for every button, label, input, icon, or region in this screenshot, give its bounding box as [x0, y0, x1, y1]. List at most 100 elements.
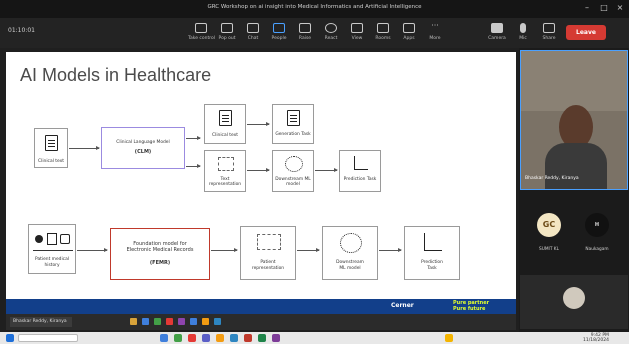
pop-out-button[interactable]: Pop out: [214, 22, 240, 46]
meeting-toolbar: 01:10:01 Take control Pop out Chat Peopl…: [0, 18, 629, 48]
participant-body: [545, 143, 607, 189]
mic-icon: [520, 23, 526, 33]
app-icon[interactable]: [258, 334, 266, 342]
pop-out-icon: [221, 23, 233, 33]
window-titlebar: GRC Workshop on ai insight into Medical …: [0, 0, 629, 18]
arrow: [247, 122, 270, 126]
maximize-icon[interactable]: □: [599, 3, 609, 13]
clinical-language-model-box: Clinical Language Model (CLM): [101, 127, 185, 169]
weather-icon[interactable]: [445, 334, 453, 342]
more-icon: ···: [431, 21, 439, 30]
text-representation-box: Text representation: [204, 150, 246, 192]
slide-footer: Cerner Pure partner Pure future: [6, 299, 516, 314]
grid-icon: [351, 23, 363, 33]
document-gear-icon: [287, 110, 300, 126]
smile-icon: [325, 23, 337, 33]
generation-task-box: Generation Task: [272, 104, 314, 144]
avatar: GC: [537, 213, 561, 237]
participant-name: Bhaskar Reddy, Kiranya: [525, 176, 579, 181]
app-icon[interactable]: [230, 334, 238, 342]
taskbar-clock: 9:42 PM 11/18/2024: [583, 333, 609, 343]
take-control-icon: [195, 23, 207, 33]
app-icon[interactable]: [188, 334, 196, 342]
vector-grid-icon: [257, 234, 281, 250]
app-icon[interactable]: [244, 334, 252, 342]
app-icon[interactable]: [190, 318, 197, 325]
patient-history-box: Patient medical history: [28, 224, 76, 274]
footer-tagline: Pure partner Pure future: [453, 300, 490, 312]
arrow: [315, 168, 338, 172]
teams-icon[interactable]: [202, 334, 210, 342]
arrow: [211, 248, 238, 252]
arrow: [247, 168, 270, 172]
take-control-button[interactable]: Take control: [188, 22, 215, 46]
arrow: [69, 146, 100, 150]
upper-clinical-text-box: Clinical text: [204, 104, 246, 144]
apps-icon: [403, 23, 415, 33]
arrow: [186, 136, 201, 140]
camera-icon: [491, 23, 503, 33]
start-icon[interactable]: [6, 334, 14, 342]
app-icon[interactable]: [216, 334, 224, 342]
avatar: [563, 287, 585, 309]
rooms-icon: [377, 23, 389, 33]
view-button[interactable]: View: [344, 22, 370, 46]
app-icon[interactable]: [202, 318, 209, 325]
people-button[interactable]: People: [266, 22, 292, 46]
chat-button[interactable]: Chat: [240, 22, 266, 46]
meeting-timer: 01:10:01: [8, 27, 35, 34]
close-icon[interactable]: ×: [615, 3, 625, 13]
avatar: H: [585, 213, 609, 237]
more-button[interactable]: ··· More: [422, 22, 448, 46]
camera-button[interactable]: Camera: [484, 22, 510, 46]
medical-history-icon: [35, 231, 71, 247]
apps-button[interactable]: Apps: [396, 22, 422, 46]
react-button[interactable]: React: [318, 22, 344, 46]
arrow: [77, 248, 108, 252]
app-icon[interactable]: [174, 334, 182, 342]
app-icon[interactable]: [160, 334, 168, 342]
chart-trend-icon: [424, 233, 442, 251]
document-icon: [219, 110, 232, 126]
app-icon[interactable]: [142, 318, 149, 325]
prediction-task-box-bottom: Prediction Task: [404, 226, 460, 280]
arrow: [186, 164, 201, 168]
window-title: GRC Workshop on ai insight into Medical …: [207, 4, 422, 10]
participant-tile[interactable]: [520, 275, 628, 329]
arrow: [379, 248, 402, 252]
shared-slide: AI Models in Healthcare Clinical text Cl…: [6, 52, 516, 314]
app-icon[interactable]: [214, 318, 221, 325]
app-icon[interactable]: [166, 318, 173, 325]
raise-hand-button[interactable]: Raise: [292, 22, 318, 46]
chat-icon: [247, 23, 259, 33]
people-icon: [273, 23, 285, 33]
slide-title: AI Models in Healthcare: [20, 65, 212, 85]
mic-button[interactable]: Mic: [510, 22, 536, 46]
app-icon[interactable]: [130, 318, 137, 325]
leave-button[interactable]: Leave: [566, 25, 606, 40]
presenter-bar: Bhaskar Reddy, Kiranya: [6, 314, 516, 330]
chart-trend-icon: [354, 156, 368, 170]
participant-name: SUMIT KL: [538, 247, 560, 252]
cerner-logo: Cerner: [391, 302, 414, 309]
prediction-task-box: Prediction Task: [339, 150, 381, 192]
rooms-button[interactable]: Rooms: [370, 22, 396, 46]
app-icon[interactable]: [178, 318, 185, 325]
app-icon[interactable]: [154, 318, 161, 325]
neural-network-icon: [285, 156, 303, 172]
arrow: [297, 248, 320, 252]
minimize-icon[interactable]: –: [582, 3, 592, 13]
share-button[interactable]: Share: [536, 22, 562, 46]
neural-network-icon: [340, 233, 362, 253]
app-icon[interactable]: [272, 334, 280, 342]
clinical-text-box: Clinical text: [34, 128, 68, 168]
foundation-model-box: Foundation model for Electronic Medical …: [110, 228, 210, 280]
downstream-model-box: Downstream ML model: [272, 150, 314, 192]
presenter-name: Bhaskar Reddy, Kiranya: [10, 317, 72, 327]
patient-representation-box: Patient representation: [240, 226, 296, 280]
participant-video[interactable]: Bhaskar Reddy, Kiranya: [520, 50, 628, 190]
document-icon: [45, 135, 58, 151]
vector-grid-icon: [218, 157, 234, 171]
search-input[interactable]: [18, 334, 78, 342]
downstream-ml-model-box: Downstream ML model: [322, 226, 378, 280]
